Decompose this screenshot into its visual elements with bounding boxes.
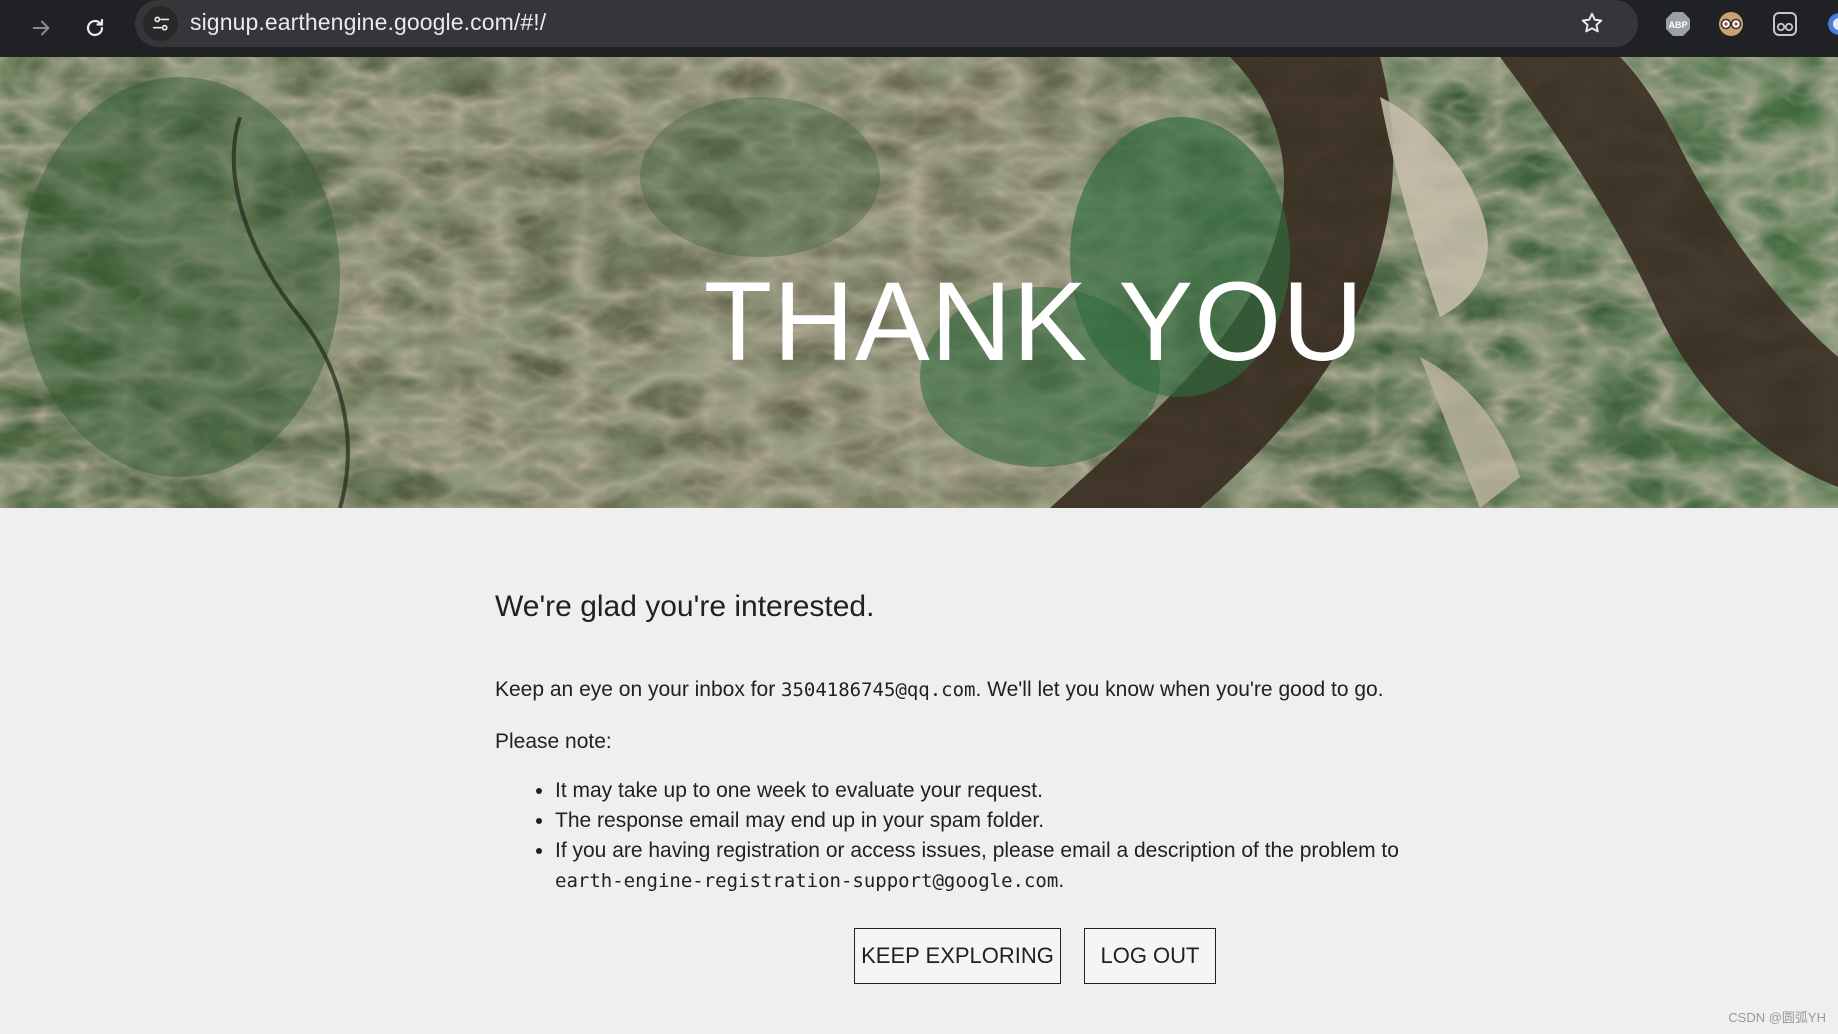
- watermark: CSDN @圆弧YH: [1728, 1010, 1826, 1025]
- reload-button[interactable]: [74, 7, 116, 49]
- inbox-message: Keep an eye on your inbox for 3504186745…: [495, 678, 1384, 702]
- hero-title: THANK YOU: [703, 259, 1365, 384]
- reader-extension-icon: [1773, 12, 1797, 36]
- extension-icon: [1828, 13, 1838, 35]
- list-item-text: If you are having registration or access…: [555, 839, 1399, 862]
- extension-button[interactable]: [1824, 9, 1838, 39]
- list-item: The response email may end up in your sp…: [555, 806, 1455, 836]
- reader-extension-button[interactable]: [1770, 9, 1800, 39]
- support-email-suffix: .: [1058, 869, 1065, 892]
- bookmark-button[interactable]: [1577, 8, 1607, 38]
- svg-text:ABP: ABP: [1668, 20, 1687, 30]
- inbox-message-suffix: . We'll let you know when you're good to…: [975, 678, 1384, 701]
- glasses-extension-icon: [1719, 12, 1743, 36]
- site-info-button[interactable]: [143, 6, 178, 41]
- hero-banner: THANK YOU: [0, 57, 1838, 508]
- support-email: earth-engine-registration-support@google…: [555, 870, 1059, 892]
- headline: We're glad you're interested.: [495, 590, 875, 623]
- log-out-button[interactable]: LOG OUT: [1084, 928, 1216, 984]
- notes-list: It may take up to one week to evaluate y…: [495, 776, 1455, 896]
- address-bar[interactable]: signup.earthengine.google.com/#!/: [135, 0, 1638, 47]
- back-arrow-icon: [32, 20, 50, 36]
- glasses-extension-button[interactable]: [1716, 9, 1746, 39]
- list-item: If you are having registration or access…: [555, 836, 1455, 896]
- user-email: 3504186745@qq.com: [781, 679, 976, 701]
- reload-icon: [86, 18, 104, 37]
- bookmark-star-icon: [1581, 12, 1603, 33]
- adblock-plus-button[interactable]: ABP: [1663, 9, 1693, 39]
- adblock-plus-icon: ABP: [1666, 12, 1690, 36]
- site-info-icon: [152, 15, 169, 31]
- keep-exploring-button[interactable]: KEEP EXPLORING: [854, 928, 1061, 984]
- list-item: It may take up to one week to evaluate y…: [555, 776, 1455, 806]
- note-label: Please note:: [495, 730, 612, 753]
- inbox-message-prefix: Keep an eye on your inbox for: [495, 678, 782, 701]
- back-button[interactable]: [20, 7, 62, 49]
- browser-toolbar: signup.earthengine.google.com/#!/ ABP: [0, 0, 1838, 57]
- url-text[interactable]: signup.earthengine.google.com/#!/: [190, 9, 546, 36]
